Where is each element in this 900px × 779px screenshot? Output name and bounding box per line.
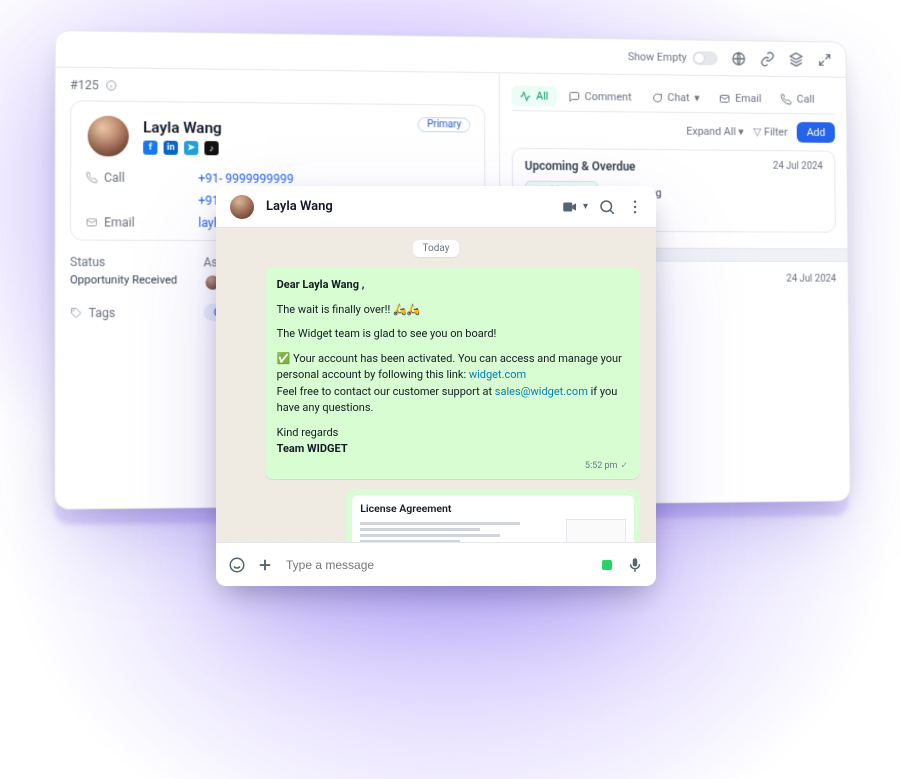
chat-icon <box>651 91 663 103</box>
message-bubble-2[interactable]: License Agreement PDF Licens <box>346 489 640 542</box>
link-sales[interactable]: sales@widget.com <box>495 385 588 398</box>
send-indicator <box>602 560 612 570</box>
avatar <box>86 114 131 159</box>
record-id: #125 <box>70 78 485 97</box>
facebook-icon[interactable]: f <box>143 140 157 154</box>
message-bubble-1[interactable]: Dear Layla Wang , The wait is finally ov… <box>265 267 640 479</box>
msg-line2: The Widget team is glad to see you on bo… <box>277 326 628 343</box>
add-button[interactable]: Add <box>797 122 835 143</box>
email-icon <box>719 92 731 104</box>
primary-badge: Primary <box>418 117 470 132</box>
plus-icon[interactable] <box>256 556 274 574</box>
event-date: 24 Jul 2024 <box>773 161 823 172</box>
msg-greeting: Dear Layla Wang , <box>277 278 365 291</box>
msg-line4: Feel free to contact our customer suppor… <box>277 384 628 417</box>
document-title: License Agreement <box>360 501 626 517</box>
chat-header: Layla Wang ▾ <box>216 186 656 228</box>
filter-button[interactable]: ▽ Filter <box>753 125 787 138</box>
link-icon[interactable] <box>760 51 775 67</box>
document-preview[interactable]: License Agreement <box>352 495 634 542</box>
chat-window: Layla Wang ▾ Today Dear Layla Wang , The… <box>216 186 656 586</box>
info-icon[interactable] <box>105 79 117 91</box>
expand-icon[interactable] <box>817 52 832 68</box>
search-icon[interactable] <box>598 198 616 216</box>
chat-contact-name: Layla Wang <box>266 199 551 214</box>
chat-avatar[interactable] <box>228 193 256 221</box>
activity-icon <box>519 90 531 102</box>
status-value: Opportunity Received <box>70 273 183 286</box>
tab-comment[interactable]: Comment <box>560 86 639 108</box>
tab-email[interactable]: Email <box>711 88 769 109</box>
more-icon[interactable] <box>626 198 644 216</box>
show-empty-toggle[interactable]: Show Empty <box>628 50 718 65</box>
link-widget[interactable]: widget.com <box>469 368 526 381</box>
chevron-down-icon[interactable]: ▾ <box>583 201 588 212</box>
status-label: Status <box>70 255 183 270</box>
tab-chat[interactable]: Chat ▾ <box>643 87 707 108</box>
toggle-switch[interactable] <box>692 51 717 65</box>
msg-team: Team WIDGET <box>277 442 348 455</box>
tab-all[interactable]: All <box>511 85 556 106</box>
video-icon[interactable] <box>561 198 579 216</box>
telegram-icon[interactable]: ➤ <box>184 141 198 155</box>
comment-icon <box>568 90 580 102</box>
tag-icon <box>70 306 82 318</box>
mic-icon[interactable] <box>626 556 644 574</box>
expand-all[interactable]: Expand All ▾ <box>686 125 744 138</box>
emoji-icon[interactable] <box>228 556 246 574</box>
contact-name: Layla Wang <box>143 118 222 137</box>
tiktok-icon[interactable]: ♪ <box>204 141 218 155</box>
phone-value-1[interactable]: +91- 9999999999 <box>198 171 470 187</box>
chat-body: Today Dear Layla Wang , The wait is fina… <box>216 228 656 542</box>
day-separator: Today <box>413 240 460 257</box>
msg-time-1: 5:52 pm✓ <box>277 460 628 474</box>
email-label: Email <box>86 215 199 230</box>
phone-icon <box>86 171 98 183</box>
activity-tabs: All Comment Chat ▾ Email Call Meet <box>511 81 834 114</box>
chat-input-bar <box>216 542 656 586</box>
globe-icon[interactable] <box>731 50 746 66</box>
call-icon <box>781 93 793 105</box>
msg-line3: ✅ Your account has been activated. You c… <box>277 351 628 384</box>
msg-kind: Kind regards <box>277 425 628 442</box>
tags-label: Tags <box>70 304 183 321</box>
layers-icon[interactable] <box>788 51 803 67</box>
calendar-icon <box>833 94 834 106</box>
call-label: Call <box>86 170 199 185</box>
show-empty-label: Show Empty <box>628 50 687 64</box>
mail-icon <box>86 216 98 228</box>
check-icon: ✓ <box>620 460 628 474</box>
linkedin-icon[interactable]: in <box>164 141 178 155</box>
message-input[interactable] <box>284 550 616 580</box>
tab-call[interactable]: Call <box>773 89 822 110</box>
msg-line1: The wait is finally over!! 🛵🛵 <box>277 302 628 319</box>
tab-meeting[interactable]: Meet <box>826 89 835 110</box>
